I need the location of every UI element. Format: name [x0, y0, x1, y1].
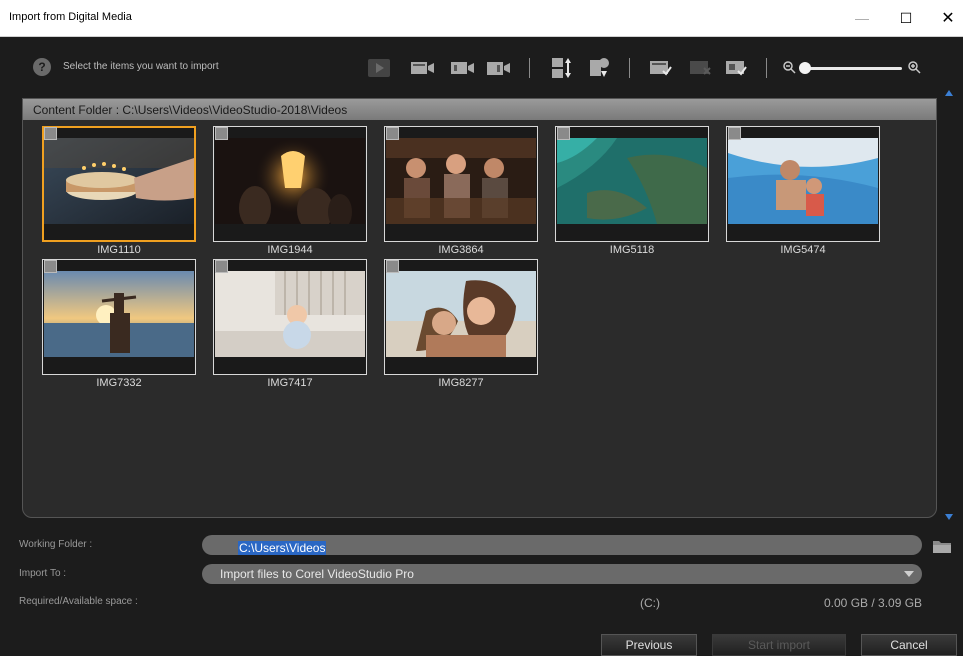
- thumbnail-image: [44, 138, 194, 224]
- thumbnail-image: [728, 138, 878, 224]
- minimize-button[interactable]: —: [842, 6, 882, 30]
- import-to-label: Import To :: [19, 568, 67, 579]
- scroll-down-arrow[interactable]: [945, 514, 953, 520]
- thumbnail-label: IMG1110: [97, 244, 141, 256]
- thumbnail-checkbox[interactable]: [386, 127, 399, 140]
- mark-scene-icon[interactable]: [411, 58, 435, 78]
- toolbar-separator: [529, 58, 530, 78]
- set-in-icon[interactable]: [451, 58, 475, 78]
- space-value: 0.00 GB / 3.09 GB: [824, 596, 923, 610]
- space-label: Required/Available space :: [19, 596, 138, 607]
- zoom-slider-handle[interactable]: [799, 62, 811, 74]
- thumbnail-label: IMG5474: [780, 244, 826, 256]
- thumbnail-label: IMG3864: [438, 244, 484, 256]
- thumbnail-checkbox[interactable]: [728, 127, 741, 140]
- help-text: Select the items you want to import: [63, 61, 219, 72]
- sort-by-name-icon[interactable]: [549, 58, 573, 78]
- thumbnail-image: [215, 271, 365, 357]
- play-icon[interactable]: [367, 58, 391, 78]
- select-all-icon[interactable]: [649, 58, 673, 78]
- window-titlebar: Import from Digital Media — ☐ ✕: [0, 0, 963, 37]
- thumbnail-label: IMG7417: [267, 377, 313, 389]
- bottom-bar: Previous Start import Cancel: [0, 620, 963, 656]
- thumbnail-checkbox[interactable]: [215, 127, 228, 140]
- thumbnail-label: IMG5118: [609, 244, 655, 256]
- zoom-out-icon[interactable]: [782, 60, 796, 74]
- help-icon[interactable]: ?: [33, 58, 51, 76]
- close-button[interactable]: ✕: [928, 6, 963, 30]
- zoom-slider[interactable]: [805, 67, 902, 70]
- previous-button[interactable]: Previous: [601, 634, 697, 656]
- media-thumbnail[interactable]: IMG1944: [213, 126, 367, 256]
- media-thumbnail[interactable]: IMG7417: [213, 259, 367, 389]
- toolbar-separator: [629, 58, 630, 78]
- import-to-dropdown[interactable]: Import files to Corel VideoStudio Pro: [202, 564, 922, 584]
- deselect-all-icon[interactable]: [689, 58, 713, 78]
- thumbnail-checkbox[interactable]: [44, 260, 57, 273]
- import-to-value: Import files to Corel VideoStudio Pro: [220, 567, 414, 581]
- set-out-icon[interactable]: [487, 58, 511, 78]
- start-import-button[interactable]: Start import: [712, 634, 846, 656]
- working-folder-label: Working Folder :: [19, 539, 93, 550]
- content-folder-bar: Content Folder : C:\Users\Videos\VideoSt…: [23, 99, 936, 120]
- window-title: Import from Digital Media: [9, 11, 132, 23]
- media-thumbnail[interactable]: IMG3864: [384, 126, 538, 256]
- thumbnail-label: IMG1944: [267, 244, 313, 256]
- thumbnail-image: [386, 138, 536, 224]
- thumbnail-checkbox[interactable]: [386, 260, 399, 273]
- content-folder-label: Content Folder : C:\Users\Videos\VideoSt…: [33, 103, 348, 117]
- invert-selection-icon[interactable]: [725, 58, 749, 78]
- scroll-up-arrow[interactable]: [945, 90, 953, 96]
- thumbnail-image: [557, 138, 707, 224]
- browse-folder-icon[interactable]: [933, 539, 951, 553]
- media-thumbnail[interactable]: IMG5118: [555, 126, 709, 256]
- chevron-down-icon: [904, 571, 914, 577]
- sort-by-date-icon[interactable]: [587, 58, 611, 78]
- thumbnail-image: [215, 138, 365, 224]
- thumbnail-label: IMG7332: [96, 377, 142, 389]
- thumbnail-checkbox[interactable]: [557, 127, 570, 140]
- zoom-in-icon[interactable]: [907, 60, 921, 74]
- working-folder-field[interactable]: C:\Users\Videos: [202, 535, 922, 555]
- thumbnail-image: [386, 271, 536, 357]
- media-thumbnail[interactable]: IMG8277: [384, 259, 538, 389]
- thumbnail-label: IMG8277: [438, 377, 484, 389]
- working-folder-value: C:\Users\Videos: [238, 541, 327, 555]
- media-thumbnail[interactable]: IMG7332: [42, 259, 196, 389]
- thumbnail-image: [44, 271, 194, 357]
- toolbar: ? Select the items you want to import: [9, 38, 963, 96]
- cancel-button[interactable]: Cancel: [861, 634, 957, 656]
- content-panel: Content Folder : C:\Users\Videos\VideoSt…: [22, 98, 937, 518]
- space-drive: (C:): [640, 596, 660, 610]
- media-thumbnail[interactable]: IMG1110: [42, 126, 196, 256]
- media-thumbnail[interactable]: IMG5474: [726, 126, 880, 256]
- thumbnail-checkbox[interactable]: [44, 127, 57, 140]
- maximize-button[interactable]: ☐: [886, 6, 926, 30]
- toolbar-separator: [766, 58, 767, 78]
- thumbnail-checkbox[interactable]: [215, 260, 228, 273]
